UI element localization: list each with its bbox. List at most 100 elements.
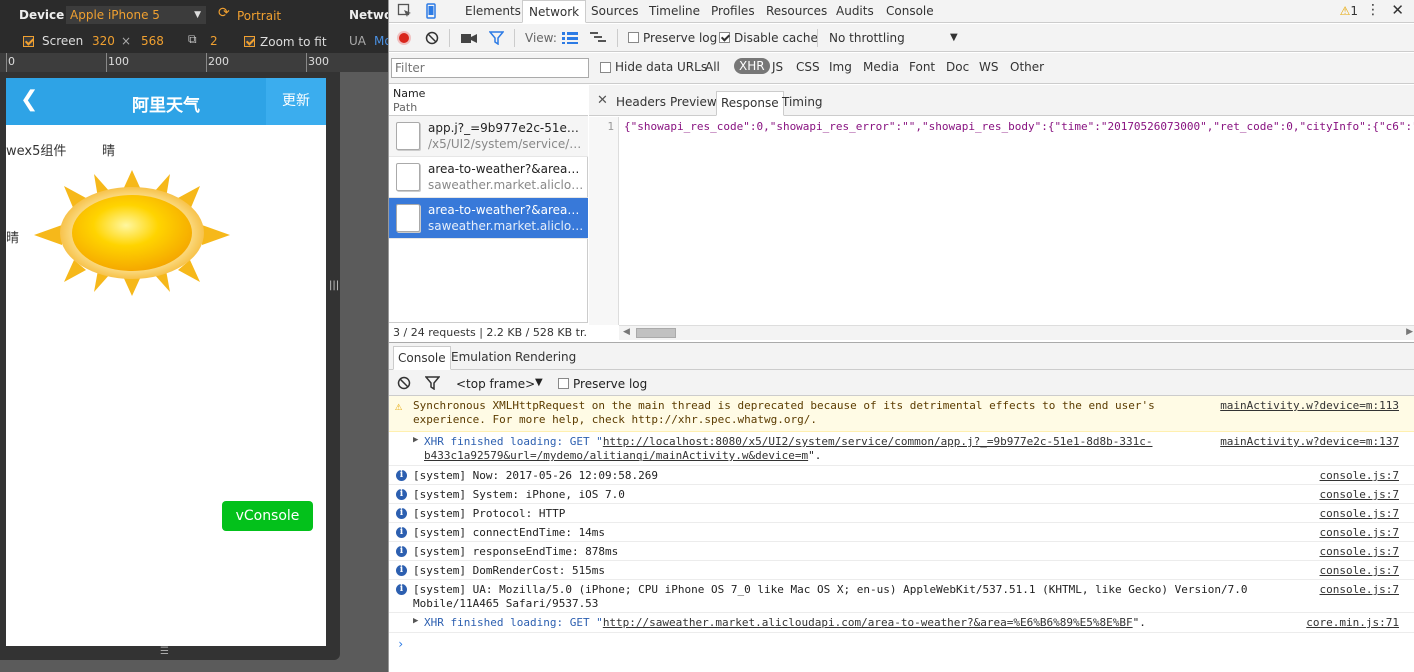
tab-resources[interactable]: Resources (760, 0, 833, 23)
filter-icon[interactable] (425, 376, 440, 390)
tab-sources[interactable]: Sources (585, 0, 644, 23)
chevron-down-icon[interactable]: ▼ (950, 32, 958, 43)
screen-checkbox[interactable] (23, 36, 34, 47)
filter-type-ws[interactable]: WS (979, 60, 998, 74)
screen-height-field[interactable]: 568 (141, 34, 164, 48)
filter-type-all[interactable]: All (705, 60, 720, 74)
tab-timeline[interactable]: Timeline (643, 0, 706, 23)
drawer-tab-emulation[interactable]: Emulation (447, 346, 516, 370)
preserve-log-checkbox[interactable] (628, 32, 639, 43)
large-rows-icon[interactable] (562, 32, 578, 44)
request-row-selected[interactable]: area-to-weather?&area=%... saweather.mar… (389, 198, 588, 239)
request-list-header[interactable]: Name Path (389, 85, 588, 116)
tab-network[interactable]: Network (522, 0, 587, 23)
source-link[interactable]: console.js:7 (1320, 488, 1399, 502)
request-list: Name Path app.j?_=9b977e2c-51e1-8d... /x… (389, 85, 588, 342)
source-link[interactable]: mainActivity.w?device=m:137 (1220, 435, 1399, 449)
camera-icon[interactable] (461, 32, 477, 44)
rotate-icon[interactable]: ⟳ (218, 5, 230, 21)
network-toolbar: View: Preserve log Disable cache No thro… (389, 24, 1414, 52)
tab-headers[interactable]: Headers (612, 91, 670, 116)
scroll-right-icon[interactable]: ▶ (1406, 327, 1413, 337)
response-viewer[interactable]: 1 {"showapi_res_code":0,"showapi_res_err… (589, 117, 1414, 325)
disable-cache-checkbox[interactable] (719, 32, 730, 43)
resize-handle-side-icon[interactable]: ||| (329, 280, 339, 291)
drawer-tab-rendering[interactable]: Rendering (511, 346, 580, 370)
filter-icon[interactable] (489, 31, 504, 45)
scrollbar-thumb[interactable] (636, 328, 676, 338)
filter-type-js[interactable]: JS (772, 60, 783, 74)
tab-preview[interactable]: Preview (666, 91, 721, 116)
vconsole-button[interactable]: vConsole (222, 501, 313, 531)
record-icon[interactable] (397, 31, 411, 45)
frame-select[interactable]: <top frame> (456, 377, 535, 391)
zoom-to-fit-checkbox[interactable] (244, 36, 255, 47)
message-text: Synchronous XMLHttpRequest on the main t… (413, 399, 1155, 426)
console-info-message: i [system] Now: 2017-05-26 12:09:58.269 … (389, 466, 1414, 485)
scroll-left-icon[interactable]: ◀ (623, 327, 630, 337)
close-icon[interactable]: ✕ (1391, 1, 1404, 19)
message-text: [system] UA: Mozilla/5.0 (iPhone; CPU iP… (413, 583, 1248, 610)
clear-icon[interactable] (425, 31, 439, 45)
device-select[interactable]: Apple iPhone 5 ▼ (66, 6, 206, 24)
more-options-icon[interactable]: ⋮ (1366, 2, 1380, 18)
xhr-url-link[interactable]: http://saweather.market.alicloudapi.com/… (603, 616, 1133, 629)
throttling-select[interactable]: No throttling (829, 31, 905, 45)
tab-timing[interactable]: Timing (778, 91, 827, 116)
portrait-button[interactable]: Portrait (237, 9, 281, 23)
inspect-icon[interactable] (397, 3, 413, 19)
clear-console-icon[interactable] (397, 376, 411, 390)
console-prompt[interactable]: › (397, 637, 404, 651)
chevron-down-icon[interactable]: ▼ (535, 377, 543, 388)
info-icon: i (396, 489, 407, 500)
response-text[interactable]: {"showapi_res_code":0,"showapi_res_error… (624, 120, 1414, 133)
source-link[interactable]: mainActivity.w?device=m:113 (1220, 399, 1399, 413)
tab-elements[interactable]: Elements (459, 0, 527, 23)
close-icon[interactable]: ✕ (597, 93, 608, 108)
ua-field[interactable]: Mo (374, 34, 388, 48)
device-pixel-ratio-field[interactable]: 2 (210, 34, 218, 48)
source-link[interactable]: console.js:7 (1320, 526, 1399, 540)
column-name-header[interactable]: Name (393, 87, 425, 100)
device-mode-icon[interactable] (423, 3, 439, 19)
overview-icon[interactable] (590, 32, 606, 44)
tab-console[interactable]: Console (880, 0, 940, 23)
filter-type-media[interactable]: Media (863, 60, 899, 74)
console-warning: ⚠ Synchronous XMLHttpRequest on the main… (389, 396, 1414, 432)
filter-type-css[interactable]: CSS (796, 60, 820, 74)
source-link[interactable]: console.js:7 (1320, 545, 1399, 559)
filter-type-other[interactable]: Other (1010, 60, 1044, 74)
tab-profiles[interactable]: Profiles (705, 0, 761, 23)
tab-audits[interactable]: Audits (830, 0, 880, 23)
resize-handle-bottom-icon[interactable]: ☰ (160, 646, 169, 657)
expand-arrow-icon[interactable]: ▶ (413, 616, 418, 626)
expand-arrow-icon[interactable]: ▶ (413, 435, 418, 445)
source-link[interactable]: console.js:7 (1320, 469, 1399, 483)
sun-icon (34, 170, 230, 296)
weather-text: 晴 (102, 144, 116, 159)
request-summary: 3 / 24 requests | 2.2 KB / 528 KB tr... (389, 322, 588, 342)
filter-type-font[interactable]: Font (909, 60, 935, 74)
horizontal-scrollbar[interactable]: ◀ ▶ (619, 325, 1414, 340)
source-link[interactable]: core.min.js:71 (1306, 616, 1399, 630)
screen-width-field[interactable]: 320 (92, 34, 115, 48)
hide-data-urls-checkbox[interactable] (600, 62, 611, 73)
filter-type-img[interactable]: Img (829, 60, 852, 74)
tab-response[interactable]: Response (716, 91, 784, 116)
source-link[interactable]: console.js:7 (1320, 583, 1399, 597)
refresh-button[interactable]: 更新 (266, 78, 326, 125)
filter-input[interactable] (391, 58, 589, 78)
column-path-header[interactable]: Path (393, 101, 417, 114)
console-preserve-log-checkbox[interactable] (558, 378, 569, 389)
filter-type-doc[interactable]: Doc (946, 60, 969, 74)
source-link[interactable]: console.js:7 (1320, 507, 1399, 521)
drawer-tab-console[interactable]: Console (393, 346, 451, 370)
request-row[interactable]: app.j?_=9b977e2c-51e1-8d... /x5/UI2/syst… (389, 116, 588, 157)
warning-counter[interactable]: ⚠1 (1340, 4, 1358, 18)
request-row[interactable]: area-to-weather?&area=%... saweather.mar… (389, 157, 588, 198)
app-header: ❮ 阿里天气 更新 (6, 78, 326, 125)
horizontal-ruler: 0 100 200 300 (0, 53, 388, 72)
filter-type-xhr[interactable]: XHR (734, 58, 770, 74)
source-link[interactable]: console.js:7 (1320, 564, 1399, 578)
zoom-to-fit-label: Zoom to fit (260, 35, 327, 49)
